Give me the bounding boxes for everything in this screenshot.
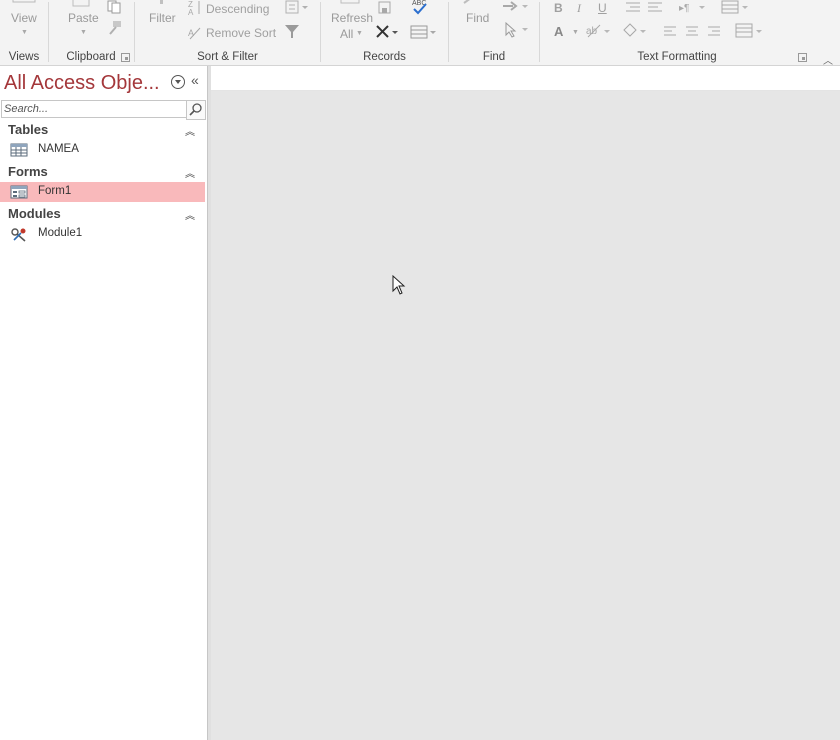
- document-tab-strip: [211, 66, 840, 91]
- find-group: Find Find: [449, 0, 539, 65]
- italic-button[interactable]: I: [577, 1, 581, 16]
- ribbon: View ▼ Views Paste ▼ Clipboard Filter Z …: [0, 0, 840, 66]
- shutter-bar-close-icon[interactable]: «: [191, 72, 199, 88]
- align-icons[interactable]: [662, 24, 728, 38]
- object-label: Form1: [38, 185, 72, 197]
- selection-filter-icon[interactable]: [284, 0, 310, 16]
- table-icon: [10, 143, 28, 157]
- object-item-module1[interactable]: Module1: [0, 224, 205, 244]
- object-label: NAMEA: [38, 143, 79, 155]
- category-forms-header[interactable]: Forms ︽: [0, 162, 205, 182]
- more-records-icon[interactable]: [409, 24, 437, 40]
- refresh-button[interactable]: Refresh: [331, 11, 373, 25]
- navigation-pane: All Access Obje... « Tables ︽ NAMEA Form…: [0, 66, 208, 740]
- views-group: View ▼ Views: [0, 0, 48, 65]
- object-item-form1[interactable]: Form1: [0, 182, 205, 202]
- select-icon[interactable]: [503, 22, 531, 38]
- module-icon: [11, 228, 26, 242]
- paste-dropdown-arrow[interactable]: ▼: [80, 29, 87, 36]
- font-color-dropdown-arrow[interactable]: ▼: [572, 29, 579, 36]
- views-group-label: Views: [8, 51, 40, 63]
- delete-icon[interactable]: [375, 24, 399, 40]
- category-label: Forms: [8, 164, 48, 179]
- text-formatting-launcher-icon[interactable]: [798, 53, 807, 62]
- sort-filter-group: Filter Z A Descending A Remove Sort Sort…: [135, 0, 320, 65]
- collapse-category-icon[interactable]: ︽: [185, 165, 195, 180]
- document-workspace: [211, 91, 840, 740]
- filter-icon: [160, 0, 163, 4]
- copy-icon[interactable]: [107, 0, 123, 14]
- collapse-ribbon-icon[interactable]: ︿: [823, 52, 833, 65]
- category-label: Tables: [8, 122, 49, 137]
- view-icon: [12, 0, 36, 3]
- category-tables-header[interactable]: Tables ︽: [0, 120, 205, 140]
- search-box: [1, 100, 187, 118]
- records-group-label: Records: [363, 51, 406, 63]
- category-label: Modules: [8, 206, 61, 221]
- paste-button[interactable]: Paste: [68, 11, 99, 25]
- sort-filter-group-label: Sort & Filter: [197, 51, 258, 63]
- text-formatting-group-label: Text Formatting: [637, 51, 717, 63]
- nav-menu-dropdown-icon[interactable]: [171, 75, 185, 89]
- svg-text:▸¶: ▸¶: [679, 3, 689, 14]
- form-icon: [10, 185, 28, 199]
- svg-text:ab: ab: [586, 26, 598, 37]
- highlight-icon[interactable]: ab: [584, 22, 612, 40]
- text-formatting-group: B I U ▸¶ A ▼ ab Text Formatting: [540, 0, 814, 65]
- category-modules-header[interactable]: Modules ︽: [0, 204, 205, 224]
- object-label: Module1: [38, 227, 83, 239]
- search-input[interactable]: [4, 101, 182, 117]
- find-button[interactable]: Find: [466, 11, 489, 25]
- search-icon: [189, 103, 202, 116]
- object-item-namea[interactable]: NAMEA: [0, 140, 205, 160]
- svg-text:A: A: [188, 8, 194, 17]
- indent-icon[interactable]: [624, 0, 664, 14]
- nav-pane-title[interactable]: All Access Obje...: [4, 72, 160, 95]
- mouse-cursor-icon: [392, 275, 406, 295]
- records-group: Refresh All ▼ ABC Records: [321, 0, 448, 65]
- view-button[interactable]: View: [11, 11, 37, 25]
- underline-button[interactable]: U: [598, 1, 607, 15]
- spelling-icon[interactable]: ABC: [411, 0, 429, 16]
- refresh-dropdown-arrow[interactable]: ▼: [356, 30, 363, 37]
- paragraph-direction-icon[interactable]: ▸¶: [677, 0, 709, 14]
- collapse-category-icon[interactable]: ︽: [185, 123, 195, 138]
- clipboard-launcher-icon[interactable]: [121, 53, 130, 62]
- goto-icon[interactable]: [501, 0, 531, 14]
- refresh-icon: [340, 0, 360, 4]
- remove-sort-icon: A: [188, 27, 201, 40]
- format-painter-icon[interactable]: [107, 20, 123, 36]
- gridlines-icon[interactable]: [720, 0, 752, 14]
- font-color-button[interactable]: A: [554, 24, 563, 39]
- save-record-icon[interactable]: [377, 0, 393, 16]
- find-icon: [463, 0, 470, 4]
- collapse-category-icon[interactable]: ︽: [185, 207, 195, 222]
- descending-button[interactable]: Descending: [206, 2, 269, 16]
- clipboard-group: Paste ▼ Clipboard: [49, 0, 133, 65]
- paste-icon: [72, 0, 90, 7]
- svg-text:A: A: [188, 28, 194, 38]
- search-button[interactable]: [186, 100, 206, 120]
- sort-descending-icon: Z A: [188, 0, 200, 17]
- find-group-label: Find: [482, 51, 506, 63]
- filter-button[interactable]: Filter: [149, 11, 176, 25]
- remove-sort-button[interactable]: Remove Sort: [206, 26, 276, 40]
- view-dropdown-arrow[interactable]: ▼: [21, 29, 28, 36]
- toggle-filter-icon[interactable]: [284, 24, 300, 40]
- alternate-row-color-icon[interactable]: [734, 22, 766, 40]
- fill-color-icon[interactable]: [620, 22, 648, 40]
- refresh-all-label[interactable]: All: [340, 27, 353, 41]
- bold-button[interactable]: B: [554, 1, 563, 15]
